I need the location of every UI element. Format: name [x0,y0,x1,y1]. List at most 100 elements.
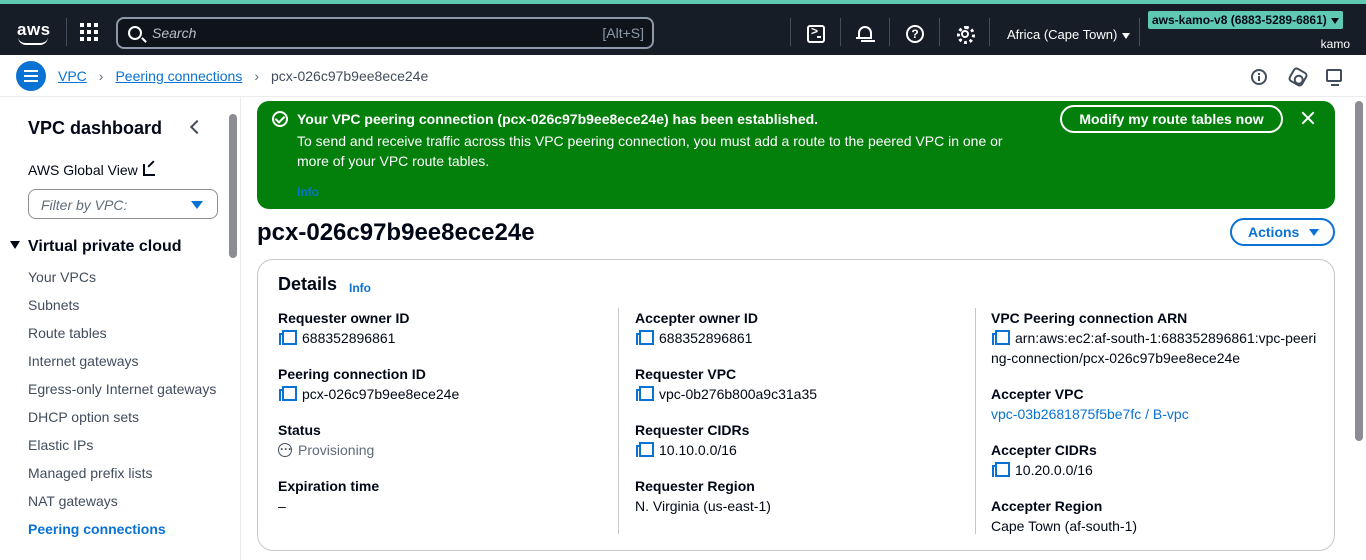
filter-by-vpc-select[interactable]: Filter by VPC: [28,189,218,219]
divider [1139,18,1140,46]
settings-gear-icon[interactable] [956,25,975,44]
main-scrollbar[interactable] [1355,101,1363,441]
sidenav-title[interactable]: VPC dashboard [28,118,162,139]
field-value: 10.20.0.0/16 [1015,462,1093,478]
username: kamo [1320,37,1350,51]
details-container: Details Info Requester owner ID 68835289… [257,259,1335,551]
account-menu[interactable]: aws-kamo-v8 (6883-5289-6861) [1148,11,1343,29]
requester-cidrs-field: Requester CIDRs 10.10.0.0/16 [635,420,965,460]
caret-down-icon [1309,229,1319,236]
sidenav-item-dhcp-option-sets[interactable]: DHCP option sets [28,407,218,427]
field-value: N. Virginia (us-east-1) [635,498,771,514]
requester-vpc-field: Requester VPC vpc-0b276b800a9c31a35 [635,364,965,404]
services-grid-icon[interactable] [80,23,98,41]
modify-route-tables-button[interactable]: Modify my route tables now [1060,105,1283,133]
sidenav-item-route-tables[interactable]: Route tables [28,323,218,343]
sidenav-item-your-vpcs[interactable]: Your VPCs [28,267,218,287]
region-selector[interactable]: Africa (Cape Town) [1007,27,1131,42]
accepter-owner-id-field: Accepter owner ID 688352896861 [635,308,965,348]
filter-placeholder: Filter by VPC: [41,197,128,213]
chevron-down-icon [1330,17,1339,24]
copy-icon[interactable] [991,461,1010,477]
field-label: Requester VPC [635,366,737,382]
field-label: Accepter Region [991,498,1103,514]
section-virtual-private-cloud[interactable]: Virtual private cloud [10,238,182,256]
peering-connection-arn-field: VPC Peering connection ARN arn:aws:ec2:a… [991,308,1321,368]
accepter-vpc-link[interactable]: vpc-03b2681875f5be7fc / B-vpc [991,404,1321,424]
aws-logo-smile [18,37,48,45]
search-icon [128,26,142,40]
info-circle-icon[interactable] [1251,69,1267,85]
search-shortcut: [Alt+S] [602,25,644,41]
chevron-right-icon: › [98,68,104,84]
divider [840,18,841,46]
aws-logo[interactable]: aws [16,20,50,46]
column-divider [618,308,619,534]
copy-icon[interactable] [635,385,654,401]
cloudshell-terminal-icon[interactable] [807,24,825,43]
status-field: Status Provisioning [278,420,608,460]
hexagon-settings-icon[interactable] [1287,66,1309,88]
breadcrumb-peering-connections-link[interactable]: Peering connections [115,68,242,84]
flash-headline: Your VPC peering connection (pcx-026c97b… [297,111,819,127]
field-label: Expiration time [278,478,380,494]
sidenav-item-egress-only-internet-gateways[interactable]: Egress-only Internet gateways [28,379,218,399]
copy-icon[interactable] [635,441,654,457]
details-heading: Details [278,274,338,294]
side-nav-menu-button[interactable] [16,61,46,91]
search-box[interactable]: [Alt+S] [116,17,654,49]
notifications-bell-icon[interactable] [856,25,874,43]
field-label: Requester owner ID [278,310,410,326]
sidenav-item-elastic-ips[interactable]: Elastic IPs [28,435,218,455]
page-title: pcx-026c97b9ee8ece24e [257,219,535,246]
breadcrumb-bar: VPC › Peering connections › pcx-026c97b9… [0,55,1366,97]
sidenav-item-nat-gateways[interactable]: NAT gateways [28,491,218,511]
sidenav-scrollbar[interactable] [229,114,237,258]
flash-info-link[interactable]: Info [297,185,319,199]
details-info-link[interactable]: Info [349,281,371,295]
field-value: pcx-026c97b9ee8ece24e [302,386,460,402]
section-label: Virtual private cloud [28,238,182,255]
sidenav-item-peering-connections[interactable]: Peering connections [28,519,218,539]
copy-icon[interactable] [278,385,297,401]
collapse-sidenav-chevron-left-icon[interactable] [188,118,202,136]
divider [66,18,67,46]
screen-icon[interactable] [1326,69,1342,86]
sidenav-item-managed-prefix-lists[interactable]: Managed prefix lists [28,463,218,483]
field-value: 688352896861 [659,330,753,346]
close-icon[interactable] [1301,111,1315,125]
field-label: Requester Region [635,478,755,494]
field-value: vpc-0b276b800a9c31a35 [659,386,818,402]
account-label: aws-kamo-v8 (6883-5289-6861) [1152,13,1327,27]
requester-region-field: Requester Region N. Virginia (us-east-1) [635,476,965,516]
field-value: arn:aws:ec2:af-south-1:688352896861:vpc-… [991,330,1317,366]
external-link-icon [142,164,155,176]
field-value: 688352896861 [302,330,396,346]
accepter-cidrs-field: Accepter CIDRs 10.20.0.0/16 [991,440,1321,480]
breadcrumb-vpc-link[interactable]: VPC [58,68,87,84]
copy-icon[interactable] [991,329,1010,345]
divider [790,18,791,46]
chevron-down-icon [1122,32,1131,39]
success-flash-banner: Your VPC peering connection (pcx-026c97b… [257,101,1335,209]
actions-button[interactable]: Actions [1230,218,1335,246]
peering-connection-id-field: Peering connection ID pcx-026c97b9ee8ece… [278,364,608,404]
aws-global-view-link[interactable]: AWS Global View [28,162,155,178]
flash-body: To send and receive traffic across this … [297,133,1003,169]
help-icon[interactable]: ? [906,25,924,43]
pending-status-icon [278,439,292,459]
column-divider [975,308,976,534]
copy-icon[interactable] [278,329,297,345]
field-value: – [278,498,286,514]
field-label: Accepter CIDRs [991,442,1097,458]
divider [939,18,940,46]
requester-owner-id-field: Requester owner ID 688352896861 [278,308,608,348]
field-label: VPC Peering connection ARN [991,310,1188,326]
caret-down-icon [191,201,203,209]
sidenav-item-subnets[interactable]: Subnets [28,295,218,315]
field-label: Requester CIDRs [635,422,750,438]
search-input[interactable] [152,23,582,43]
copy-icon[interactable] [635,329,654,345]
expiration-time-field: Expiration time – [278,476,608,516]
sidenav-item-internet-gateways[interactable]: Internet gateways [28,351,218,371]
